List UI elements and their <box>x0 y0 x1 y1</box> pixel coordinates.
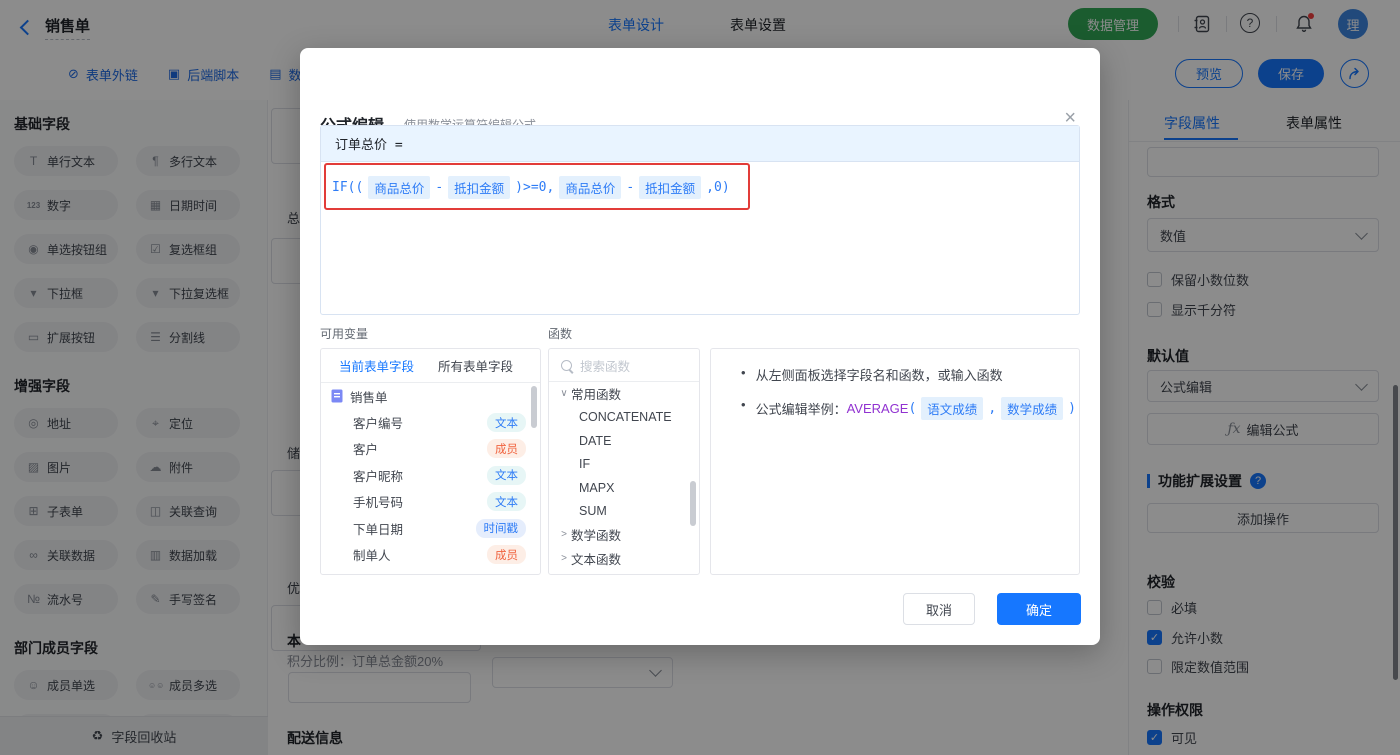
variable-name: 客户昵称 <box>353 469 404 484</box>
formula-text: - <box>626 179 635 195</box>
chevron-collapsed-icon: > <box>561 552 567 564</box>
function-name: IF <box>579 457 591 472</box>
bullet-icon: • <box>741 365 746 380</box>
form-tree-node[interactable]: 销售单 <box>321 383 540 409</box>
variable-name: 客户 <box>353 443 379 458</box>
search-icon <box>561 359 572 371</box>
function-item[interactable]: IF <box>549 453 699 477</box>
variables-tabs: 当前表单字段 所有表单字段 <box>321 349 540 383</box>
confirm-button[interactable]: 确定 <box>997 593 1081 625</box>
cancel-button[interactable]: 取消 <box>903 593 975 625</box>
help-line-1: • 从左侧面板选择字段名和函数，或输入函数 <box>741 365 1079 384</box>
formula-expression[interactable]: IF(( 商品总价 - 抵扣金额 )>=0, 商品总价 - 抵扣金额 ,0) <box>332 172 730 202</box>
variables-section-label: 可用变量 <box>320 327 369 341</box>
function-item[interactable]: DATE <box>549 429 699 453</box>
field-chip[interactable]: 抵扣金额 <box>639 175 702 199</box>
help-text: 从左侧面板选择字段名和函数，或输入函数 <box>755 368 1003 383</box>
field-chip[interactable]: 商品总价 <box>368 175 431 199</box>
example-function-name: AVERAGE <box>846 401 909 416</box>
variables-scrollbar[interactable] <box>531 386 537 428</box>
function-group-math[interactable]: > 数学函数 <box>549 523 699 547</box>
functions-scrollbar[interactable] <box>690 481 696 526</box>
variable-row[interactable]: 手机号码 文本 <box>321 489 540 515</box>
chevron-collapsed-icon: > <box>561 529 567 541</box>
type-badge: 成员 <box>487 439 526 459</box>
formula-text: )>=0, <box>515 179 555 195</box>
help-example-prefix: 公式编辑举例： <box>755 402 847 417</box>
type-badge: 文本 <box>487 492 526 512</box>
variable-row[interactable]: 客户 成员 <box>321 436 540 462</box>
variables-panel: 当前表单字段 所有表单字段 销售单 客户编号 文本 客户 成员 客户昵称 文本 … <box>320 348 541 575</box>
function-search-input[interactable]: 搜索函数 <box>549 349 699 382</box>
type-badge: 成员 <box>487 545 526 565</box>
variable-row[interactable]: 制单人 成员 <box>321 541 540 567</box>
help-panel: • 从左侧面板选择字段名和函数，或输入函数 • 公式编辑举例： AVERAGE … <box>710 348 1080 575</box>
formula-text: - <box>435 179 444 195</box>
function-name: MAPX <box>579 480 615 495</box>
variable-name: 制单人 <box>353 549 391 564</box>
form-doc-icon <box>331 389 343 403</box>
formula-target-bar: 订单总价 = <box>321 126 1079 162</box>
search-placeholder: 搜索函数 <box>580 359 631 374</box>
function-item[interactable]: SUM <box>549 500 699 524</box>
tab-all-form-fields[interactable]: 所有表单字段 <box>438 356 513 375</box>
type-badge: 文本 <box>487 413 526 433</box>
variable-name: 客户编号 <box>353 417 404 432</box>
formula-text: IF(( <box>332 179 364 195</box>
variable-row[interactable]: 下单日期 时间戳 <box>321 515 540 541</box>
help-line-2: • 公式编辑举例： AVERAGE ( 语文成绩 , 数学成绩 ) <box>741 397 1079 420</box>
function-group-label: 常用函数 <box>571 388 622 403</box>
function-item[interactable]: CONCATENATE <box>549 406 699 430</box>
functions-section-label: 函数 <box>548 327 573 341</box>
function-group-text[interactable]: > 文本函数 <box>549 547 699 571</box>
type-badge: 时间戳 <box>475 518 526 538</box>
variable-name: 下单日期 <box>353 522 404 537</box>
example-field-chip: 语文成绩 <box>921 397 984 420</box>
function-item[interactable]: MAPX <box>549 476 699 500</box>
example-field-chip: 数学成绩 <box>1001 397 1064 420</box>
paren: ( <box>908 401 917 416</box>
formula-text: ,0) <box>706 179 730 195</box>
type-badge: 文本 <box>487 465 526 485</box>
variable-row[interactable]: 客户昵称 文本 <box>321 462 540 488</box>
formula-edit-dialog: 公式编辑 使用数学运算符编辑公式 × 订单总价 = IF(( 商品总价 - 抵扣… <box>300 48 1100 645</box>
app-screen: 销售单 表单设计 表单设置 数据管理 ? 理 ⊘ 表单外链 ▣ 后端脚本 ▤ 预… <box>0 0 1400 755</box>
paren: ) <box>1068 401 1076 416</box>
formula-editor: 订单总价 = <box>320 125 1080 315</box>
comma: , <box>988 401 997 416</box>
function-group-label: 文本函数 <box>571 552 622 567</box>
form-node-label: 销售单 <box>350 390 388 405</box>
field-chip[interactable]: 抵扣金额 <box>448 175 511 199</box>
function-group-common[interactable]: ∨ 常用函数 <box>549 382 699 406</box>
field-chip[interactable]: 商品总价 <box>559 175 622 199</box>
function-name: CONCATENATE <box>579 410 672 425</box>
function-name: DATE <box>579 433 612 448</box>
function-name: SUM <box>579 504 607 519</box>
tab-current-form-fields[interactable]: 当前表单字段 <box>339 356 414 375</box>
chevron-expanded-icon: ∨ <box>560 388 568 400</box>
variable-name: 手机号码 <box>353 496 404 511</box>
bullet-icon: • <box>741 397 746 412</box>
variable-row[interactable]: 客户编号 文本 <box>321 409 540 435</box>
functions-panel: 搜索函数 ∨ 常用函数 CONCATENATE DATE IF MAPX SUM… <box>548 348 700 575</box>
function-group-label: 数学函数 <box>571 529 622 544</box>
formula-target-label: 订单总价 = <box>335 138 403 153</box>
